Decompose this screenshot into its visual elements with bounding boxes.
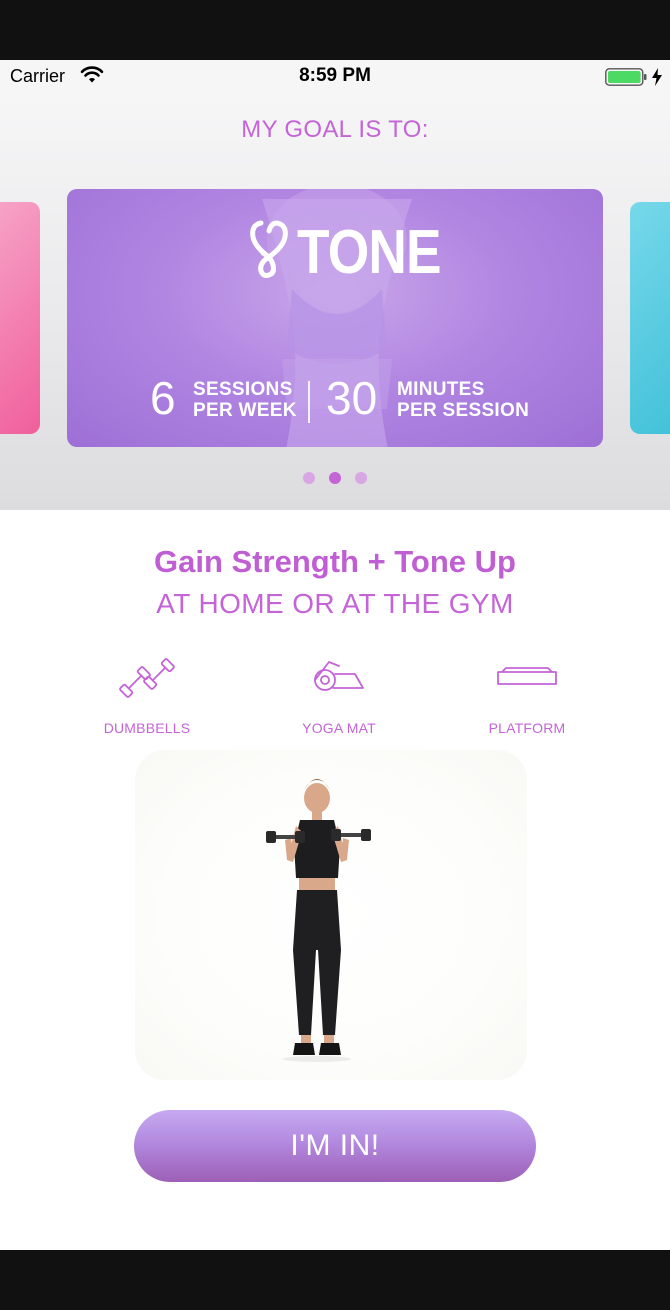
minutes-label-line1: MINUTES — [397, 379, 485, 400]
minutes-label-line2: PER SESSION — [397, 400, 530, 421]
stat-divider — [308, 381, 310, 423]
program-subheadline: AT HOME OR AT THE GYM — [156, 588, 514, 619]
goal-section: MY GOAL IS TO: TONE 6 SESSIONS PER WEEK … — [0, 94, 670, 510]
page-dot-2[interactable] — [329, 472, 341, 484]
minutes-label: MINUTES PER SESSION — [397, 379, 529, 421]
status-bar: Carrier 8:59 PM — [0, 60, 670, 94]
equipment-platform: PLATFORM — [447, 652, 607, 736]
page-dot-3[interactable] — [355, 472, 367, 484]
equipment-label-platform: PLATFORM — [488, 720, 566, 736]
app-screen: Carrier 8:59 PM MY GOAL IS TO: TONE 6 SE… — [0, 60, 670, 1250]
goal-title: MY GOAL IS TO: — [241, 116, 429, 143]
letterbox-top — [0, 0, 670, 60]
equipment-label-yoga-mat: YOGA MAT — [302, 720, 376, 736]
status-time: 8:59 PM — [299, 65, 371, 86]
equipment-yoga-mat: YOGA MAT — [259, 652, 419, 736]
equipment-dumbbells: DUMBBELLS — [67, 652, 227, 736]
program-card-tone[interactable]: TONE 6 SESSIONS PER WEEK 30 MINUTES PER … — [67, 189, 603, 447]
minutes-value: 30 — [326, 372, 378, 424]
letterbox-bottom — [0, 1250, 670, 1310]
charging-bolt-icon — [652, 68, 662, 86]
carousel-page-indicator[interactable] — [0, 472, 670, 484]
sessions-label: SESSIONS PER WEEK — [193, 379, 297, 421]
page-dot-1[interactable] — [303, 472, 315, 484]
sessions-value: 6 — [150, 372, 176, 424]
battery-icon — [605, 68, 647, 86]
yoga-mat-icon — [314, 661, 364, 691]
program-title: TONE — [297, 218, 442, 287]
heart-ribbon-icon — [250, 220, 288, 278]
im-in-button[interactable]: I'M IN! — [134, 1110, 536, 1182]
sessions-label-line1: SESSIONS — [193, 379, 293, 400]
platform-icon — [497, 667, 557, 685]
athlete-figure — [266, 779, 371, 1062]
dumbbells-icon — [119, 658, 175, 698]
program-card-previous[interactable] — [0, 202, 40, 434]
equipment-label-dumbbells: DUMBBELLS — [103, 720, 191, 736]
exercise-preview — [135, 750, 527, 1080]
program-card-next[interactable] — [630, 202, 670, 434]
program-headline: Gain Strength + Tone Up — [154, 544, 516, 579]
sessions-label-line2: PER WEEK — [193, 400, 297, 421]
